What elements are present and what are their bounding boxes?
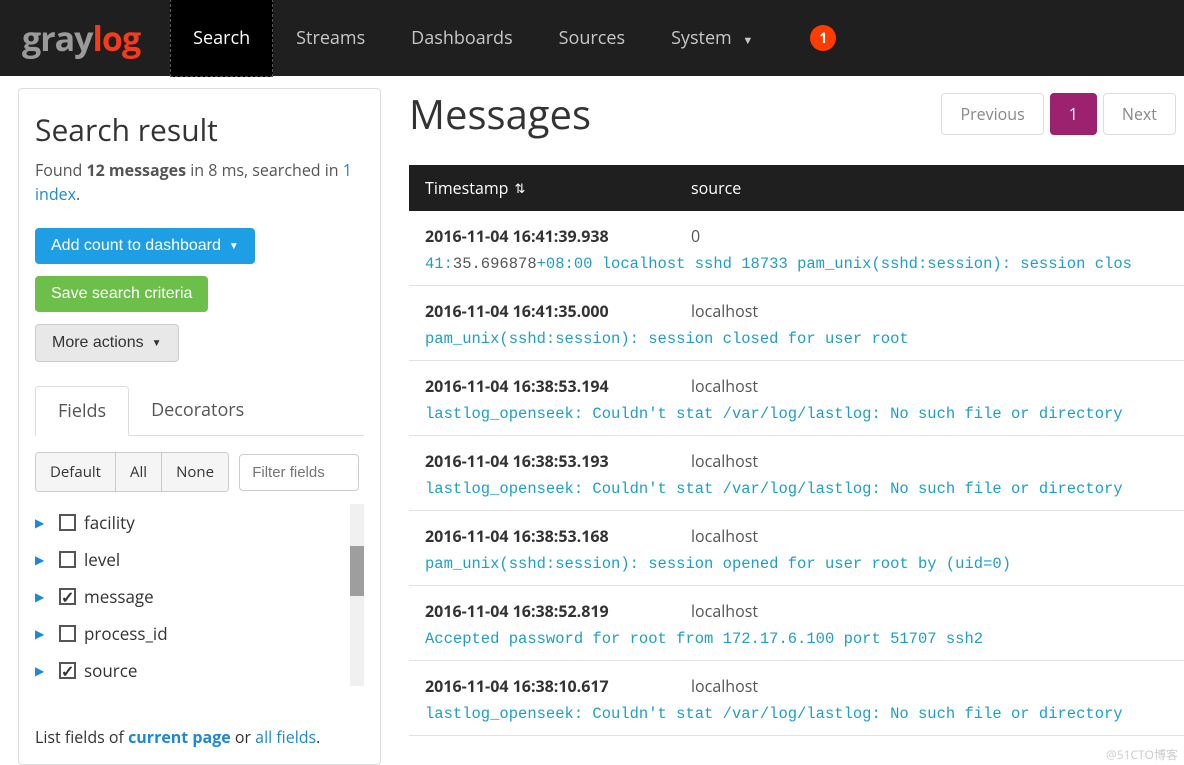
navbar: graylog Search Streams Dashboards Source…: [0, 0, 1184, 76]
field-checkbox[interactable]: [59, 662, 76, 679]
pager-prev[interactable]: Previous: [941, 93, 1043, 135]
field-list: ▶ facility ▶ level ▶ message ▶ process_id ▶ sourc…: [35, 504, 364, 686]
search-stats: Found 12 messages in 8 ms, searched in 1…: [35, 158, 364, 206]
more-actions-button[interactable]: More actions ▼: [35, 324, 179, 362]
msg-timestamp: 2016-11-04 16:38:53.168: [425, 525, 691, 547]
nav-search[interactable]: Search: [170, 0, 273, 77]
caret-down-icon: ▼: [742, 33, 753, 48]
msg-timestamp: 2016-11-04 16:41:39.938: [425, 225, 691, 247]
search-result-panel: Search result Found 12 messages in 8 ms,…: [18, 88, 381, 765]
field-tabs: Fields Decorators: [35, 386, 364, 436]
nav-system-label: System: [671, 26, 732, 50]
col-timestamp[interactable]: Timestamp ⇅: [425, 177, 691, 199]
field-label: process_id: [84, 622, 168, 645]
field-checkbox[interactable]: [59, 588, 76, 605]
msg-timestamp: 2016-11-04 16:38:10.617: [425, 675, 691, 697]
logo-part1: gray: [22, 15, 93, 61]
notification-badge[interactable]: 1: [810, 25, 836, 51]
msg-body: Accepted password for root from 172.17.6…: [425, 630, 1168, 648]
field-label: source: [84, 659, 137, 682]
table-header: Timestamp ⇅ source: [409, 165, 1184, 211]
preset-none[interactable]: None: [162, 453, 228, 491]
message-row[interactable]: 2016-11-04 16:38:53.194localhost lastlog_…: [409, 361, 1184, 436]
msg-source: localhost: [691, 600, 758, 622]
msg-timestamp: 2016-11-04 16:38:53.193: [425, 450, 691, 472]
expand-icon[interactable]: ▶: [35, 514, 51, 531]
preset-all[interactable]: All: [116, 453, 162, 491]
msg-timestamp: 2016-11-04 16:38:53.194: [425, 375, 691, 397]
msg-body: pam_unix(sshd:session): session opened f…: [425, 555, 1168, 573]
expand-icon[interactable]: ▶: [35, 662, 51, 679]
main-header: Messages Previous 1 Next: [409, 76, 1184, 165]
field-controls: Default All None: [35, 452, 364, 504]
logo-part2: log: [93, 15, 141, 61]
message-row[interactable]: 2016-11-04 16:41:39.9380 41:35.696878+08:…: [409, 211, 1184, 286]
expand-icon[interactable]: ▶: [35, 625, 51, 642]
msg-timestamp: 2016-11-04 16:38:52.819: [425, 600, 691, 622]
logo[interactable]: graylog: [22, 15, 140, 61]
field-row-process_id: ▶ process_id: [35, 615, 364, 652]
col-timestamp-label: Timestamp: [425, 177, 508, 199]
tab-fields[interactable]: Fields: [35, 386, 129, 436]
pager-current[interactable]: 1: [1050, 93, 1097, 135]
field-checkbox[interactable]: [59, 514, 76, 531]
msg-source: localhost: [691, 525, 758, 547]
nav-streams[interactable]: Streams: [273, 0, 388, 77]
watermark: @51CTO博客: [1106, 746, 1178, 763]
nav-system[interactable]: System ▼: [648, 0, 776, 77]
field-row-message: ▶ message: [35, 578, 364, 615]
preset-default[interactable]: Default: [36, 453, 116, 491]
message-row[interactable]: 2016-11-04 16:38:52.819localhost Accepted…: [409, 586, 1184, 661]
msg-body: lastlog_openseek: Couldn't stat /var/log…: [425, 705, 1168, 723]
field-row-facility: ▶ facility: [35, 504, 364, 541]
msg-body: lastlog_openseek: Couldn't stat /var/log…: [425, 405, 1168, 423]
message-row[interactable]: 2016-11-04 16:41:35.000localhost pam_unix…: [409, 286, 1184, 361]
pager-next[interactable]: Next: [1103, 93, 1176, 135]
msg-source: localhost: [691, 300, 758, 322]
nav-dashboards[interactable]: Dashboards: [388, 0, 535, 77]
scrollbar-thumb[interactable]: [350, 546, 364, 596]
msg-body: 41:35.696878+08:00 localhost sshd 18733 …: [425, 255, 1168, 273]
field-preset-group: Default All None: [35, 452, 229, 492]
field-row-level: ▶ level: [35, 541, 364, 578]
col-source[interactable]: source: [691, 177, 1168, 199]
sort-desc-icon: ⇅: [514, 179, 525, 197]
field-row-source: ▶ source: [35, 652, 364, 686]
current-page-link[interactable]: current page: [128, 726, 231, 748]
field-checkbox[interactable]: [59, 625, 76, 642]
main-content: Messages Previous 1 Next Timestamp ⇅ sou…: [395, 76, 1184, 765]
msg-source: localhost: [691, 675, 758, 697]
message-row[interactable]: 2016-11-04 16:38:53.193localhost lastlog_…: [409, 436, 1184, 511]
expand-icon[interactable]: ▶: [35, 551, 51, 568]
save-search-button[interactable]: Save search criteria: [35, 276, 208, 312]
msg-body: lastlog_openseek: Couldn't stat /var/log…: [425, 480, 1168, 498]
caret-down-icon: ▼: [152, 338, 162, 349]
field-label: facility: [84, 511, 135, 534]
message-row[interactable]: 2016-11-04 16:38:53.168localhost pam_unix…: [409, 511, 1184, 586]
expand-icon[interactable]: ▶: [35, 588, 51, 605]
msg-timestamp: 2016-11-04 16:41:35.000: [425, 300, 691, 322]
all-fields-link[interactable]: all fields: [255, 726, 316, 748]
add-to-dashboard-button[interactable]: Add count to dashboard ▼: [35, 228, 255, 264]
search-result-title: Search result: [35, 109, 364, 150]
field-label: message: [84, 585, 154, 608]
field-checkbox[interactable]: [59, 551, 76, 568]
msg-source: localhost: [691, 450, 758, 472]
msg-body: pam_unix(sshd:session): session closed f…: [425, 330, 1168, 348]
message-count: 12 messages: [86, 159, 186, 181]
message-row[interactable]: 2016-11-04 16:38:10.617localhost lastlog_…: [409, 661, 1184, 736]
more-actions-label: More actions: [52, 334, 144, 352]
filter-fields-input[interactable]: [239, 454, 359, 491]
caret-down-icon: ▼: [229, 241, 239, 252]
msg-source: localhost: [691, 375, 758, 397]
list-fields-footer: List fields of current page or all field…: [35, 726, 320, 748]
add-to-dashboard-label: Add count to dashboard: [51, 237, 221, 255]
tab-decorators[interactable]: Decorators: [129, 386, 266, 435]
sidebar: Search result Found 12 messages in 8 ms,…: [0, 76, 395, 765]
page-title: Messages: [409, 86, 591, 141]
msg-source: 0: [691, 225, 700, 247]
nav-sources[interactable]: Sources: [536, 0, 648, 77]
pager: Previous 1 Next: [941, 93, 1184, 135]
field-label: level: [84, 548, 120, 571]
